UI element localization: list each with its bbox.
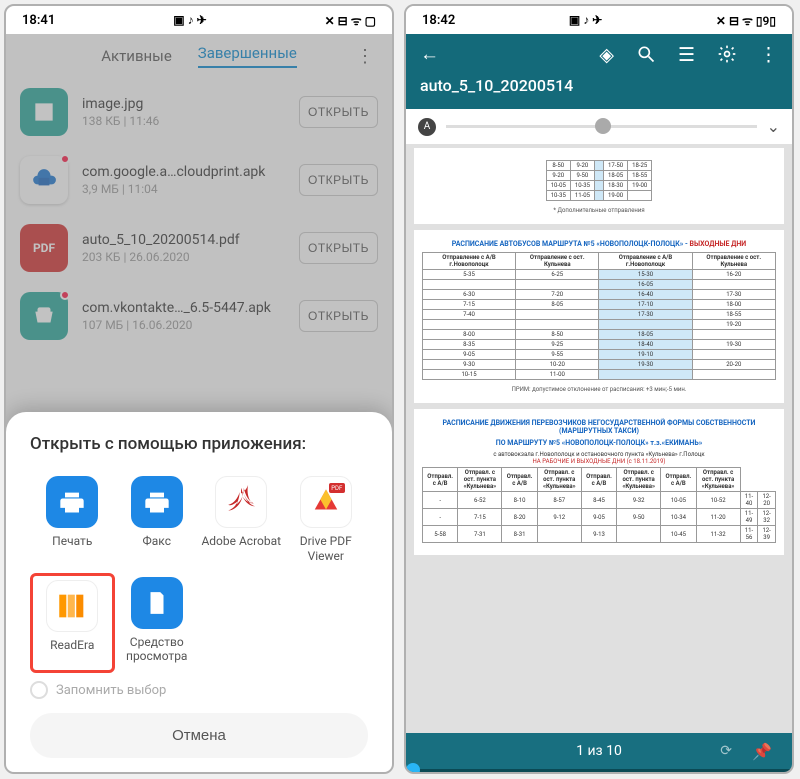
reader-toolbar: ← ◈ ☰ ⋮ auto_5_10_20200514 (406, 34, 792, 109)
status-icons: ▣ ♪ ✈ (569, 13, 602, 27)
file-row-image[interactable]: image.jpg 138 КБ | 11:46 ОТКРЫТЬ (6, 78, 392, 146)
page-indicator-bar: 1 из 10 ⟳ 📌 (406, 733, 792, 769)
page-counter: 1 из 10 (576, 743, 622, 759)
pdf-page-2: РАСПИСАНИЕ АВТОБУСОВ МАРШРУТА №5 «НОВОПО… (414, 230, 784, 403)
open-button[interactable]: ОТКРЫТЬ (299, 164, 378, 196)
content-area: Активные Завершенные ⋮ image.jpg 138 КБ … (6, 34, 392, 772)
remember-choice[interactable]: Запомнить выбор (30, 681, 368, 699)
new-badge-icon (60, 290, 70, 300)
more-icon[interactable]: ⋮ (759, 43, 778, 66)
contents-icon[interactable]: ☰ (678, 43, 695, 66)
app-acrobat[interactable]: Adobe Acrobat (199, 472, 284, 567)
status-icons-right: ✕ ⊟ ᯤ ▯9▯ (716, 12, 776, 29)
page2-footnote: ПРИМ: допустимое отклонение от расписани… (422, 386, 776, 393)
status-time: 18:42 (422, 13, 455, 28)
auto-brightness-icon[interactable]: A (418, 118, 436, 136)
cancel-button[interactable]: Отмена (30, 713, 368, 758)
phone-left-downloads: 18:41 ▣ ♪ ✈ ✕ ⊟ ᯤ ▢ Активные Завершенные… (4, 4, 394, 774)
app-label: Drive PDF Viewer (286, 534, 367, 563)
app-grid: Печать Факс Adobe Acrobat PDF (30, 472, 368, 673)
refresh-icon[interactable]: ⟳ (720, 743, 732, 759)
file-row-cloudprint[interactable]: com.google.a…cloudprint.apk 3,9 МБ | 11:… (6, 146, 392, 214)
open-button[interactable]: ОТКРЫТЬ (299, 232, 378, 264)
statusbar: 18:41 ▣ ♪ ✈ ✕ ⊟ ᯤ ▢ (6, 6, 392, 34)
file-name: com.vkontakte…_6.5-5447.apk (82, 300, 285, 316)
file-name: auto_5_10_20200514.pdf (82, 232, 285, 248)
chevron-down-icon[interactable]: ⌄ (767, 117, 780, 136)
page-thumbnails: 8-509-2017-5018-259-209-5018-0518-5510-0… (406, 144, 792, 555)
pin-icon[interactable]: 📌 (752, 742, 772, 761)
app-viewer[interactable]: Средство просмотра (115, 573, 200, 673)
app-label: Adobe Acrobat (201, 534, 281, 562)
radio-icon (30, 681, 48, 699)
diamond-icon[interactable]: ◈ (599, 43, 614, 66)
app-label: ReadEra (50, 638, 94, 666)
pdf-file-icon: PDF (20, 224, 68, 272)
back-icon[interactable]: ← (420, 42, 439, 66)
app-print[interactable]: Печать (30, 472, 115, 567)
statusbar: 18:42 ▣ ♪ ✈ ✕ ⊟ ᯤ ▯9▯ (406, 6, 792, 34)
file-name: image.jpg (82, 96, 285, 112)
settings-icon[interactable] (717, 44, 737, 64)
app-label: Средство просмотра (117, 635, 198, 664)
pdf-page-3: РАСПИСАНИЕ ДВИЖЕНИЯ ПЕРЕВОЗЧИКОВ НЕГОСУД… (414, 409, 784, 555)
app-label: Факс (143, 534, 171, 562)
document-title: auto_5_10_20200514 (420, 76, 778, 95)
cloudprint-file-icon (20, 156, 68, 204)
brightness-slider[interactable] (446, 125, 757, 128)
download-tabs: Активные Завершенные ⋮ (6, 34, 392, 78)
status-time: 18:41 (22, 13, 55, 28)
sheet-title: Открыть с помощью приложения: (30, 434, 368, 454)
file-row-pdf[interactable]: PDF auto_5_10_20200514.pdf 203 КБ | 26.0… (6, 214, 392, 282)
pdf-page-1: 8-509-2017-5018-259-209-5018-0518-5510-0… (414, 148, 784, 224)
open-button[interactable]: ОТКРЫТЬ (299, 300, 378, 332)
page3-sub2: с автовокзала г.Новополоцк и остановочно… (422, 451, 776, 458)
open-with-sheet: Открыть с помощью приложения: Печать Фак… (6, 412, 392, 772)
app-readera[interactable]: ReadEra (30, 573, 115, 673)
app-label: Печать (52, 534, 92, 562)
file-meta: 3,9 МБ | 11:04 (82, 182, 285, 196)
file-meta: 138 КБ | 11:46 (82, 114, 285, 128)
page3-sub1: ПО МАРШРУТУ №5 «НОВОПОЛОЦК-ПОЛОЦК» т.з.«… (422, 439, 776, 447)
page2-title: РАСПИСАНИЕ АВТОБУСОВ МАРШРУТА №5 «НОВОПО… (422, 240, 776, 248)
search-icon[interactable] (636, 44, 656, 64)
file-meta: 203 КБ | 26.06.2020 (82, 250, 285, 264)
page3-sub3: НА РАБОЧИЕ И ВЫХОДНЫЕ ДНИ (с 18.11.2019) (422, 458, 776, 465)
file-name: com.google.a…cloudprint.apk (82, 164, 285, 180)
tab-finished[interactable]: Завершенные (198, 44, 297, 68)
more-icon[interactable]: ⋮ (356, 46, 374, 67)
new-badge-icon (60, 154, 70, 164)
app-fax[interactable]: Факс (115, 472, 200, 567)
phone-right-reader: 18:42 ▣ ♪ ✈ ✕ ⊟ ᯤ ▯9▯ ← ◈ ☰ ⋮ auto_5_10_… (404, 4, 794, 774)
open-button[interactable]: ОТКРЫТЬ (299, 96, 378, 128)
image-file-icon (20, 88, 68, 136)
tab-active[interactable]: Активные (101, 47, 172, 65)
remember-label: Запомнить выбор (56, 683, 166, 698)
brightness-row: A ⌄ (406, 109, 792, 144)
status-icons-right: ✕ ⊟ ᯤ ▢ (325, 12, 376, 29)
page3-title: РАСПИСАНИЕ ДВИЖЕНИЯ ПЕРЕВОЗЧИКОВ НЕГОСУД… (422, 419, 776, 435)
page1-footnote: * Дополнительные отправления (422, 207, 776, 214)
app-drive-pdf[interactable]: PDF Drive PDF Viewer (284, 472, 369, 567)
pdf-viewer[interactable]: A ⌄ 8-509-2017-5018-259-209-5018-0518-55… (406, 109, 792, 733)
reading-progress[interactable] (406, 769, 792, 772)
apk-file-icon (20, 292, 68, 340)
status-icons: ▣ ♪ ✈ (173, 13, 206, 27)
file-meta: 107 МБ | 16.06.2020 (82, 318, 285, 332)
file-row-vkapk[interactable]: com.vkontakte…_6.5-5447.apk 107 МБ | 16.… (6, 282, 392, 350)
